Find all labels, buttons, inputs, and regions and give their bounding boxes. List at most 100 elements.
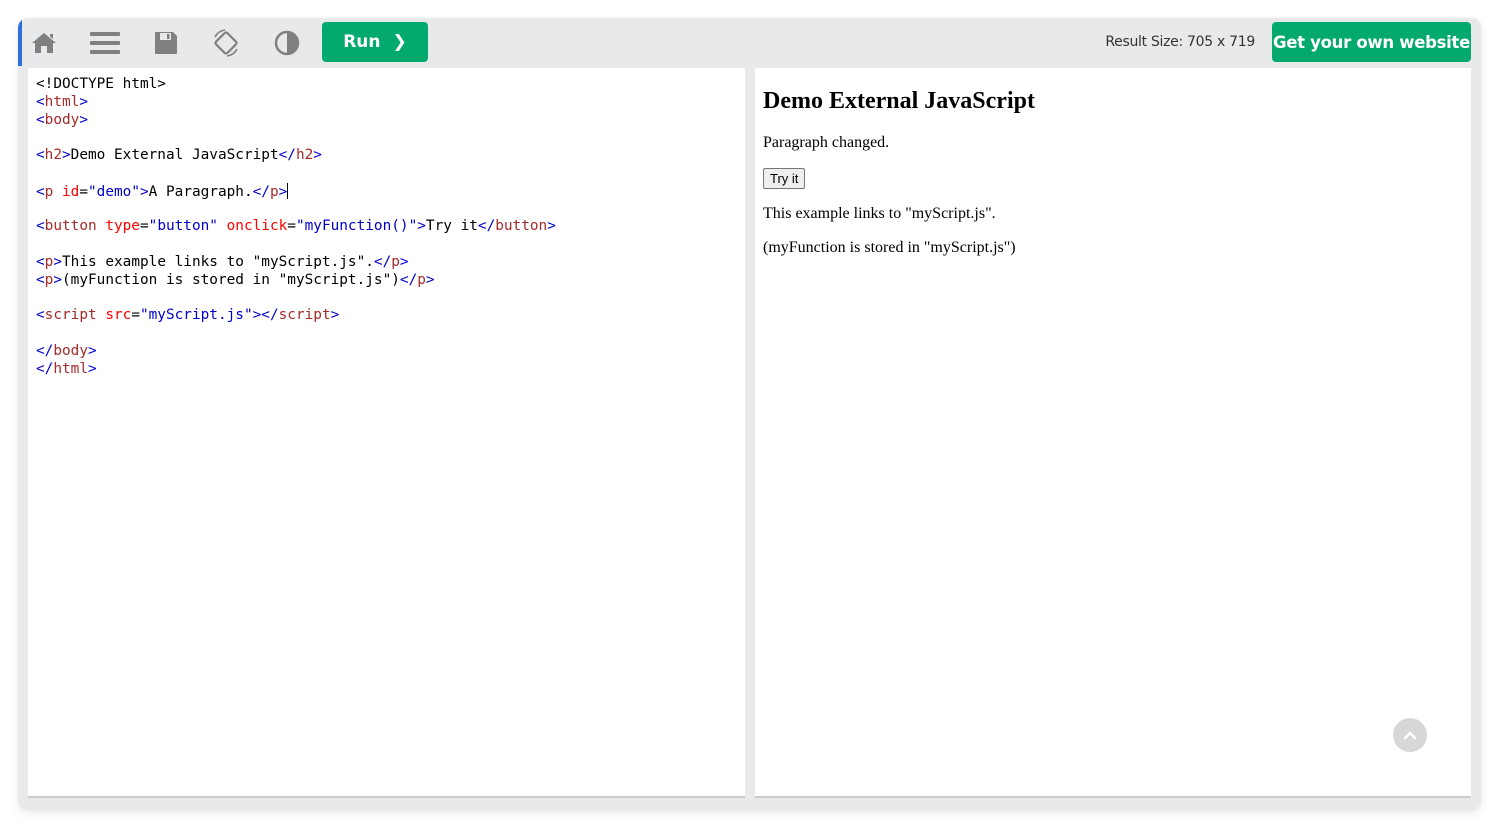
code-token: </ <box>373 253 392 270</box>
result-heading: Demo External JavaScript <box>763 88 1035 114</box>
code-line[interactable]: ​ <box>36 325 556 343</box>
theme-icon[interactable] <box>270 26 304 60</box>
code-token: > <box>79 111 88 128</box>
code-token: body <box>53 342 88 359</box>
code-editor[interactable]: <!DOCTYPE html><html><body>​<h2>Demo Ext… <box>28 68 745 798</box>
code-line[interactable]: <p id="demo">A Paragraph.</p> <box>36 182 556 201</box>
code-token: p <box>391 253 400 270</box>
code-token: > <box>425 271 435 288</box>
code-token: h2 <box>44 147 62 164</box>
code-token: > <box>53 253 63 270</box>
code-token: type <box>96 218 140 235</box>
code-line[interactable]: <button type="button" onclick="myFunctio… <box>36 218 556 236</box>
code-token: > <box>79 93 88 110</box>
code-token: "demo" <box>88 183 140 200</box>
home-icon[interactable] <box>27 26 61 60</box>
save-icon[interactable] <box>149 26 183 60</box>
code-token: Demo External JavaScript <box>70 147 279 164</box>
result-size-label: Result Size: 705 x 719 <box>1105 34 1255 50</box>
code-token: script <box>278 307 331 324</box>
code-token: p <box>269 183 279 200</box>
code-token: body <box>44 111 80 128</box>
code-line[interactable]: <p>(myFunction is stored in "myScript.js… <box>36 272 556 290</box>
code-token: </ <box>399 271 418 288</box>
code-token: > <box>313 147 322 164</box>
code-token: > <box>87 360 97 377</box>
code-token: src <box>96 307 132 324</box>
tryit-editor-window: Run ❯ Result Size: 705 x 719 Get your ow… <box>18 18 1481 810</box>
code-line[interactable]: ​ <box>36 165 556 183</box>
code-line[interactable]: <!DOCTYPE html> <box>36 76 556 94</box>
code-token: > <box>62 147 71 164</box>
code-token: This example links to "myScript.js". <box>62 253 374 270</box>
code-token: </ <box>252 183 270 200</box>
code-token: > <box>547 218 556 235</box>
run-button[interactable]: Run ❯ <box>322 22 428 62</box>
code-line[interactable]: <p>This example links to "myScript.js".<… <box>36 254 556 272</box>
code-token: < <box>36 253 45 270</box>
code-token: < <box>36 271 45 288</box>
code-line[interactable]: ​ <box>36 236 556 254</box>
code-token: < <box>36 307 45 324</box>
code-token: html <box>44 93 80 110</box>
code-line[interactable]: <h2>Demo External JavaScript</h2> <box>36 147 556 165</box>
code-token: > <box>140 183 149 200</box>
code-token: > <box>87 342 97 359</box>
code-token: </ <box>278 147 296 164</box>
code-token: < <box>36 93 45 110</box>
run-label: Run <box>343 32 381 52</box>
code-token: </ <box>36 360 54 377</box>
code-token: onclick <box>217 218 288 235</box>
chevron-right-icon: ❯ <box>392 32 407 52</box>
code-token: = <box>139 218 149 235</box>
code-token: < <box>36 218 45 235</box>
code-token: p <box>417 271 426 288</box>
code-token: </ <box>36 342 54 359</box>
code-token: < <box>36 183 45 200</box>
code-token: = <box>79 183 89 200</box>
result-demo-paragraph: Paragraph changed. <box>763 134 890 151</box>
code-token: > <box>417 218 426 235</box>
code-token: < <box>36 147 45 164</box>
code-content[interactable]: <!DOCTYPE html><html><body>​<h2>Demo Ext… <box>36 76 556 379</box>
code-token: "button" <box>148 218 218 235</box>
chevron-up-icon <box>1403 731 1417 740</box>
code-token: script <box>44 307 97 324</box>
result-panel: Demo External JavaScript Paragraph chang… <box>755 68 1471 798</box>
code-token: > <box>252 307 262 324</box>
code-token: id <box>53 183 80 200</box>
result-links-paragraph: This example links to "myScript.js". <box>763 205 996 222</box>
code-token: = <box>287 218 296 235</box>
code-line[interactable]: </body> <box>36 343 556 361</box>
panel-resize-handle[interactable] <box>745 68 755 798</box>
result-document: Demo External JavaScript Paragraph chang… <box>763 68 1463 273</box>
code-line[interactable]: ​ <box>36 129 556 147</box>
code-line[interactable]: <html> <box>36 94 556 112</box>
text-caret <box>287 182 289 199</box>
code-line[interactable]: ​ <box>36 290 556 308</box>
code-token: button <box>495 218 548 235</box>
scroll-to-top-button[interactable] <box>1393 718 1427 752</box>
code-token: Try it <box>425 218 478 235</box>
code-line[interactable]: </html> <box>36 361 556 379</box>
code-token: > <box>330 307 340 324</box>
code-token: A Paragraph. <box>148 183 253 200</box>
code-line[interactable]: ​ <box>36 201 556 219</box>
result-stored-paragraph: (myFunction is stored in "myScript.js") <box>763 239 1016 256</box>
code-token: > <box>399 253 409 270</box>
code-line[interactable]: <body> <box>36 112 556 130</box>
code-token: </ <box>261 307 279 324</box>
code-token: h2 <box>295 147 314 164</box>
menu-icon[interactable] <box>88 26 122 60</box>
try-it-button[interactable]: Try it <box>763 168 806 189</box>
get-own-website-button[interactable]: Get your own website <box>1272 22 1471 62</box>
toolbar: Run ❯ Result Size: 705 x 719 Get your ow… <box>18 18 1481 68</box>
rotate-icon[interactable] <box>209 26 243 60</box>
code-token: > <box>278 183 288 200</box>
code-line[interactable]: <script src="myScript.js"></script> <box>36 307 556 325</box>
code-token: < <box>36 111 45 128</box>
code-token: </ <box>477 218 496 235</box>
code-token: > <box>53 271 63 288</box>
code-token: button <box>44 218 97 235</box>
code-token: html <box>53 360 88 377</box>
